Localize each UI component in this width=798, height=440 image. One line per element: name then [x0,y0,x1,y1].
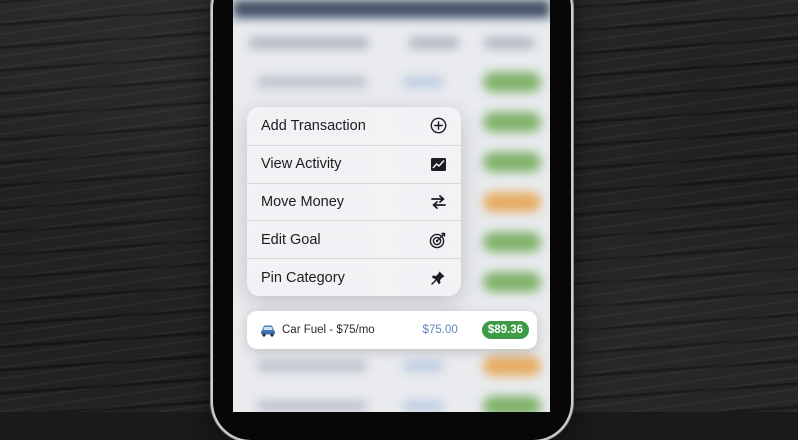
menu-item-pin-category[interactable]: Pin Category [247,258,461,296]
menu-item-label: Pin Category [261,269,345,286]
plus-circle-icon [429,117,447,135]
context-menu: Add Transaction View Activity Move Money… [247,107,461,296]
pin-icon [429,269,447,287]
menu-item-view-activity[interactable]: View Activity [247,144,461,183]
menu-item-label: View Activity [261,156,342,173]
menu-item-add-transaction[interactable]: Add Transaction [247,107,461,145]
menu-item-label: Add Transaction [261,117,366,134]
budgeted-amount[interactable]: $75.00 [423,324,482,336]
menu-item-edit-goal[interactable]: Edit Goal [247,220,461,258]
category-name: Car Fuel - $75/mo [282,324,375,336]
transfer-arrows-icon [429,193,447,211]
car-icon [260,323,276,337]
category-row-car-fuel[interactable]: Car Fuel - $75/mo $75.00 $89.36 [247,311,537,349]
target-icon [429,231,447,249]
activity-chart-icon [429,155,447,173]
menu-item-label: Edit Goal [261,231,321,248]
menu-item-label: Move Money [261,193,345,210]
available-balance-pill[interactable]: $89.36 [481,321,529,339]
menu-item-move-money[interactable]: Move Money [247,182,461,221]
